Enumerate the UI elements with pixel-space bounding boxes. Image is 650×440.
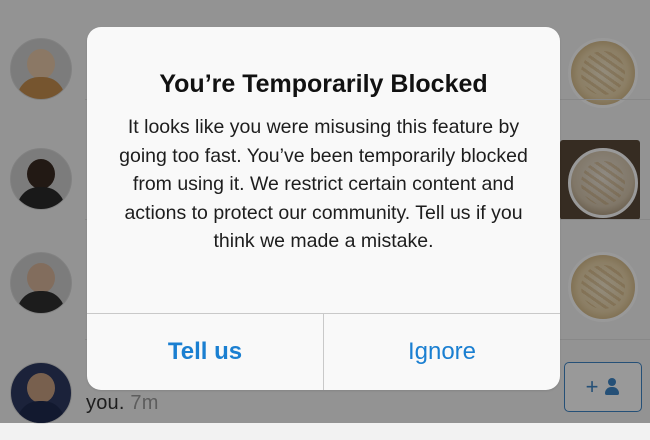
ignore-button[interactable]: Ignore (323, 314, 560, 390)
temporarily-blocked-alert: You’re Temporarily Blocked It looks like… (87, 27, 560, 390)
tell-us-button[interactable]: Tell us (87, 314, 323, 390)
alert-title: You’re Temporarily Blocked (159, 70, 488, 98)
alert-message: It looks like you were misusing this fea… (119, 116, 528, 252)
alert-actions: Tell us Ignore (87, 313, 560, 390)
